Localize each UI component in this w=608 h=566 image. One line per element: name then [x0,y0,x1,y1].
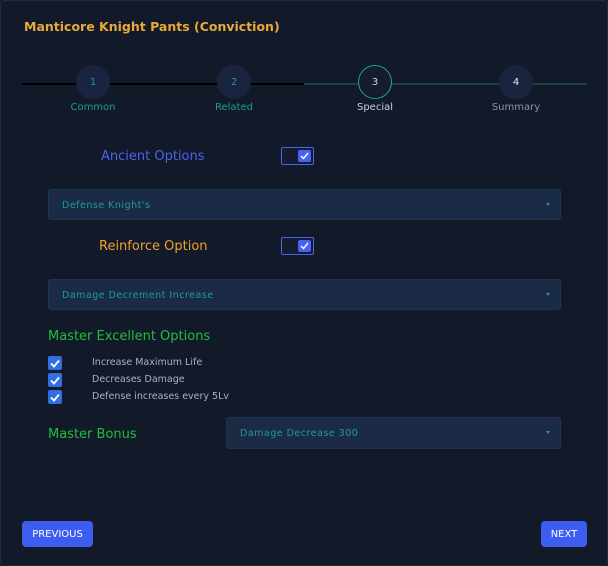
step-related[interactable]: 2 Related [184,65,284,113]
step-summary[interactable]: 4 Summary [466,65,566,113]
step-number: 3 [358,65,392,99]
step-common[interactable]: 1 Common [43,65,143,113]
master-option-label: Increase Maximum Life [92,357,203,368]
master-option-label: Decreases Damage [92,374,185,385]
ancient-options-toggle[interactable] [281,147,314,165]
reinforce-option-toggle[interactable] [281,237,314,255]
check-icon [298,240,311,252]
checkbox-checked[interactable] [48,373,62,387]
master-excellent-label: Master Excellent Options [48,329,211,344]
ancient-option-value: Defense Knight's [62,200,151,211]
reinforce-option-select[interactable]: Damage Decrement Increase [48,279,561,310]
step-label: Related [215,102,253,113]
checkbox-checked[interactable] [48,390,62,404]
master-option-row[interactable]: Defense increases every 5Lv [48,390,348,404]
step-number: 2 [217,65,251,99]
step-label: Common [70,102,116,113]
step-label: Special [356,102,394,113]
step-number: 1 [76,65,110,99]
master-bonus-select[interactable]: Damage Decrease 300 [226,417,561,449]
step-label: Summary [491,102,541,113]
master-option-row[interactable]: Decreases Damage [48,373,348,387]
previous-button[interactable]: PREVIOUS [22,521,93,547]
master-option-row[interactable]: Increase Maximum Life [48,356,348,370]
step-special[interactable]: 3 Special [325,65,425,113]
reinforce-option-label: Reinforce Option [99,239,208,254]
next-button[interactable]: NEXT [541,521,587,547]
step-number: 4 [499,65,533,99]
chevron-down-icon [546,293,550,296]
ancient-option-select[interactable]: Defense Knight's [48,189,561,220]
chevron-down-icon [546,431,550,434]
check-icon [298,150,311,162]
chevron-down-icon [546,203,550,206]
checkbox-checked[interactable] [48,356,62,370]
master-bonus-label: Master Bonus [48,427,137,442]
master-bonus-value: Damage Decrease 300 [240,428,359,439]
page-title: Manticore Knight Pants (Conviction) [24,19,280,34]
ancient-options-label: Ancient Options [101,149,205,164]
master-option-label: Defense increases every 5Lv [92,391,230,402]
reinforce-option-value: Damage Decrement Increase [62,290,214,301]
